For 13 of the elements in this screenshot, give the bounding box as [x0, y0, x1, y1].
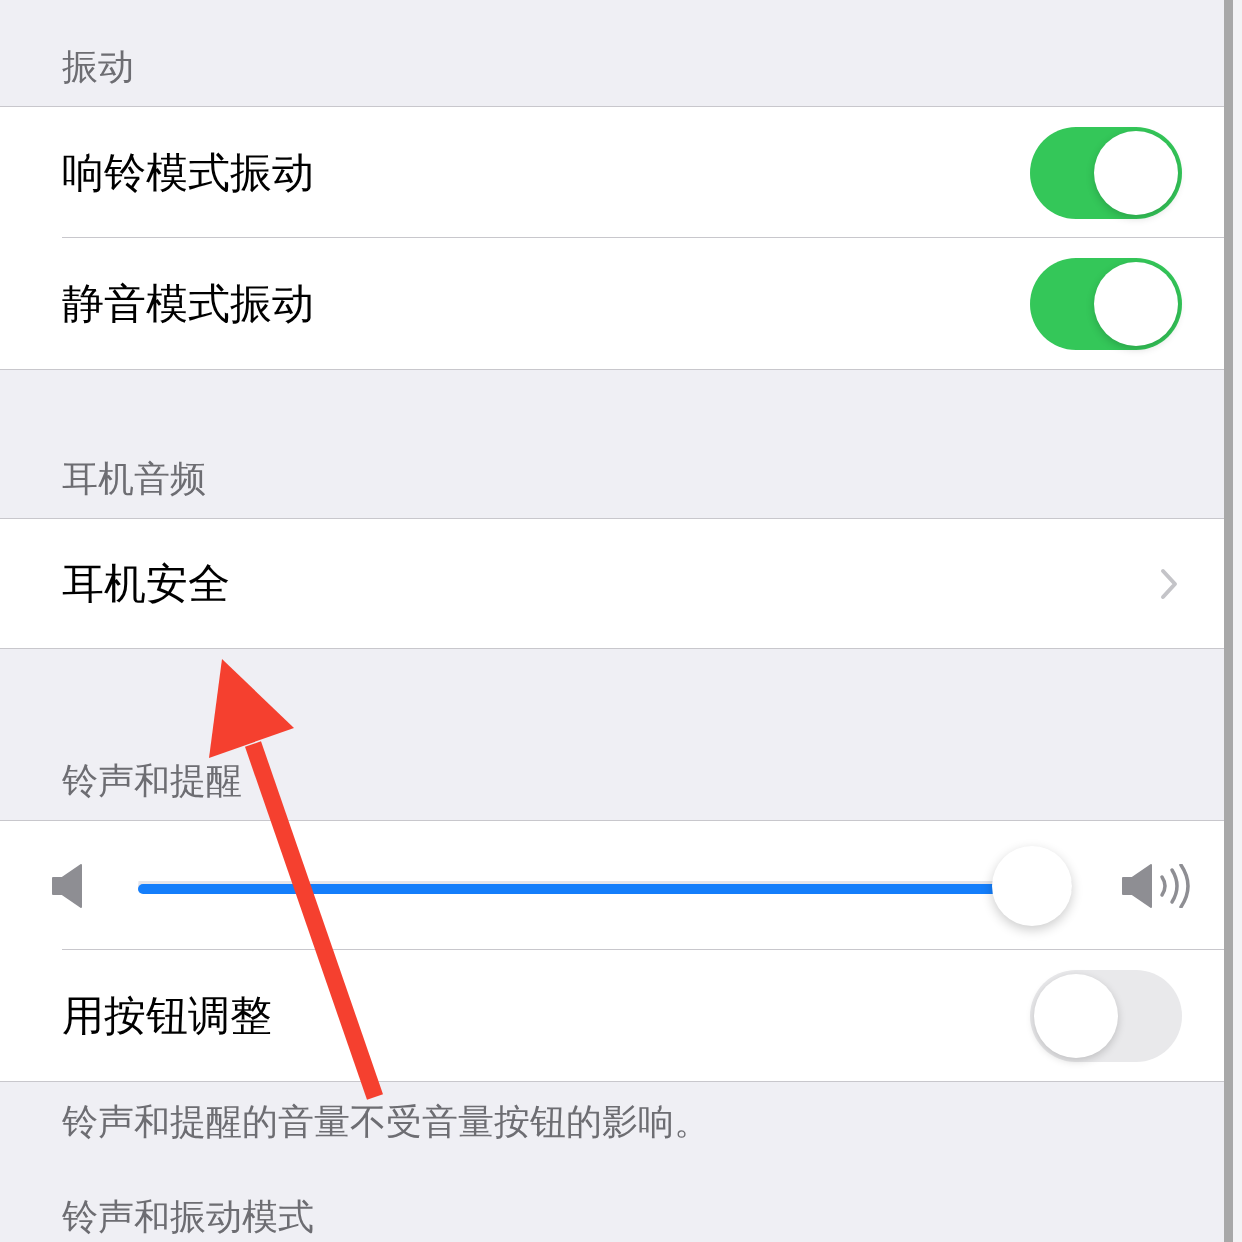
section-footer: 铃声和提醒的音量不受音量按钮的影响。: [62, 1101, 710, 1142]
setting-label: 用按钮调整: [62, 990, 272, 1041]
section-header: 耳机音频: [62, 458, 206, 499]
section-header: 振动: [62, 46, 134, 87]
speaker-low-icon: [52, 863, 82, 908]
slider-thumb[interactable]: [992, 845, 1072, 926]
section-header: 铃声和振动模式: [62, 1196, 314, 1237]
settings-link-row[interactable]: 耳机安全: [0, 519, 1224, 648]
speaker-loud-icon: [1122, 863, 1190, 908]
setting-label: 静音模式振动: [62, 278, 314, 329]
chevron-right-icon: [1160, 567, 1178, 600]
section-header: 铃声和提醒: [62, 760, 242, 801]
setting-label: 响铃模式振动: [62, 147, 314, 198]
